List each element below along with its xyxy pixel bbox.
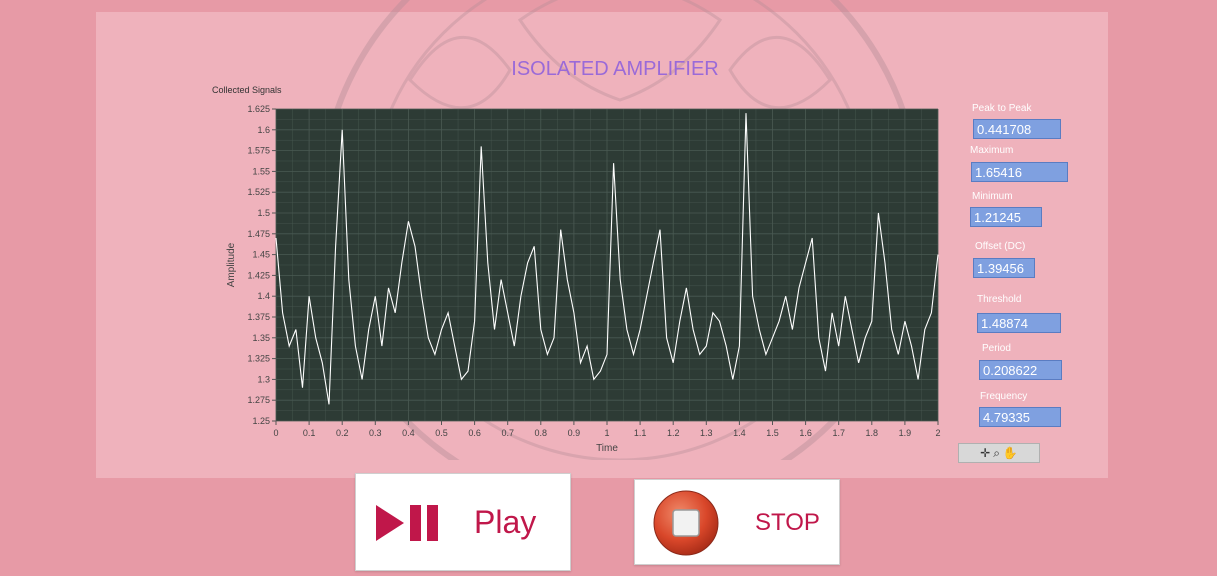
x-tick-label: 1.5 (766, 428, 779, 438)
x-tick-label: 1.3 (700, 428, 713, 438)
x-tick-label: 2 (935, 428, 940, 438)
indicator-threshold: 1.48874 (977, 313, 1061, 333)
indicator-label-minimum: Minimum (972, 191, 1013, 202)
y-tick-label: 1.375 (247, 312, 270, 322)
indicator-maximum: 1.65416 (971, 162, 1068, 182)
indicator-label-threshold: Threshold (977, 294, 1022, 305)
y-axis-label: Amplitude (226, 242, 237, 287)
indicator-label-maximum: Maximum (970, 145, 1014, 156)
y-tick-label: 1.325 (247, 354, 270, 364)
y-tick-label: 1.425 (247, 270, 270, 280)
indicator-frequency: 4.79335 (979, 407, 1061, 427)
y-tick-label: 1.45 (252, 250, 270, 260)
graph-palette: ✛ ⌕ ✋ (958, 443, 1040, 463)
x-axis-label: Time (596, 443, 618, 454)
app-title: ISOLATED AMPLIFIER (511, 58, 719, 80)
indicator-minimum: 1.21245 (970, 207, 1042, 227)
x-tick-label: 0.8 (535, 428, 548, 438)
y-tick-label: 1.6 (257, 125, 270, 135)
x-tick-label: 0.5 (435, 428, 448, 438)
indicator-label-offset: Offset (DC) (975, 241, 1026, 252)
x-tick-label: 0 (273, 428, 278, 438)
x-tick-label: 1.1 (634, 428, 647, 438)
stop-button[interactable]: STOP (634, 479, 840, 565)
indicator-label-peak-to-peak: Peak to Peak (972, 103, 1032, 114)
y-tick-label: 1.575 (247, 146, 270, 156)
indicator-period: 0.208622 (979, 360, 1062, 380)
graph-title: Collected Signals (212, 85, 282, 95)
play-button[interactable]: Play (355, 473, 571, 571)
x-tick-label: 1.8 (866, 428, 879, 438)
play-button-label: Play (474, 504, 537, 540)
x-tick-label: 1.2 (667, 428, 680, 438)
y-tick-label: 1.3 (257, 374, 270, 384)
y-tick-label: 1.25 (252, 416, 270, 426)
x-tick-label: 0.7 (501, 428, 514, 438)
y-tick-label: 1.4 (257, 291, 270, 301)
y-tick-label: 1.475 (247, 229, 270, 239)
play-pause-icon (376, 505, 438, 541)
x-tick-label: 0.2 (336, 428, 349, 438)
x-tick-label: 1.4 (733, 428, 746, 438)
x-tick-label: 0.1 (303, 428, 316, 438)
indicator-label-frequency: Frequency (980, 391, 1028, 402)
y-tick-label: 1.275 (247, 395, 270, 405)
pan-icon[interactable]: ✋ (1003, 446, 1018, 460)
indicator-offset: 1.39456 (973, 258, 1035, 278)
stop-icon (653, 490, 719, 556)
x-tick-label: 1.7 (832, 428, 845, 438)
x-tick-label: 1 (604, 428, 609, 438)
zoom-icon[interactable]: ⌕ (993, 446, 1000, 461)
indicator-peak-to-peak: 0.441708 (973, 119, 1061, 139)
stop-button-label: STOP (755, 509, 820, 536)
y-tick-label: 1.525 (247, 187, 270, 197)
y-tick-label: 1.55 (252, 166, 270, 176)
x-tick-label: 0.6 (468, 428, 481, 438)
crosshair-icon[interactable]: ✛ (980, 446, 990, 460)
y-tick-label: 1.5 (257, 208, 270, 218)
x-tick-label: 0.9 (568, 428, 581, 438)
x-tick-label: 1.9 (899, 428, 912, 438)
x-tick-label: 0.3 (369, 428, 382, 438)
x-tick-label: 0.4 (402, 428, 415, 438)
x-tick-label: 1.6 (799, 428, 812, 438)
indicator-label-period: Period (982, 343, 1011, 354)
waveform-graph[interactable]: 0 0.1 0.2 0.3 0.4 0.5 0.6 0.7 0.8 0.9 1 1.1 1.2 1.3 1.… (210, 95, 950, 465)
y-tick-label: 1.35 (252, 333, 270, 343)
y-tick-label: 1.625 (247, 104, 270, 114)
